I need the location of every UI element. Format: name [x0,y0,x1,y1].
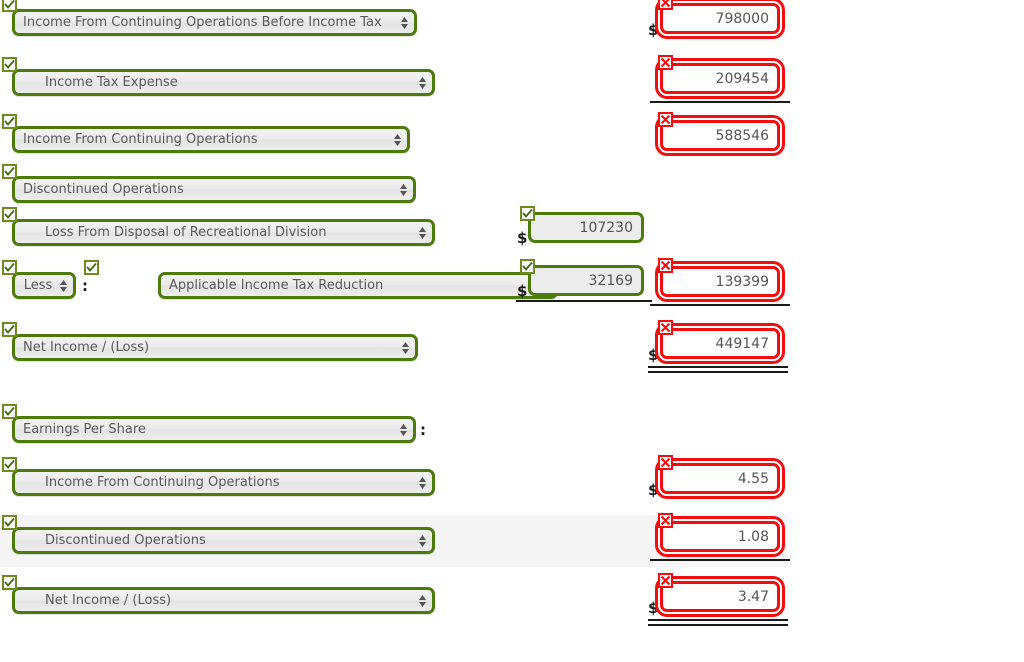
status-badge-incorrect [658,55,673,70]
account-label-select[interactable]: Discontinued Operations [12,176,416,203]
statement-row: Income From Continuing Operations Before… [0,0,787,49]
statement-row: Net Income / (Loss) $ [0,320,788,374]
subtotal-rule [650,559,790,561]
currency-symbol: $ [648,346,659,364]
account-label-select[interactable]: Net Income / (Loss) [12,587,435,614]
account-label-select-wrap: Discontinued Operations [12,176,416,203]
status-badge-correct [2,164,17,179]
account-label-select[interactable]: Net Income / (Loss) [12,334,418,361]
statement-row: Discontinued Operations [0,513,790,567]
sub-amount-input[interactable] [528,212,644,243]
status-badge-correct [2,575,17,590]
status-badge-correct [520,259,535,274]
account-label-select[interactable]: Discontinued Operations [12,527,435,554]
statement-row: Income Tax Expense [0,55,790,109]
currency-symbol: $ [517,229,528,247]
amount-input[interactable] [660,266,780,297]
statement-row: Net Income / (Loss) $ [0,573,788,627]
statement-row: Income From Continuing Operations $ [0,455,787,509]
statement-row: Income From Continuing Operations [0,112,787,166]
amount-input[interactable] [660,521,780,552]
account-prefix-select[interactable]: Less [12,272,76,299]
status-badge-correct [2,457,17,472]
account-label-select-wrap: Income From Continuing Operations Before… [12,9,417,36]
account-label-select-wrap: Earnings Per Share [12,416,416,443]
amount-input[interactable] [660,581,780,612]
amount-input[interactable] [660,328,780,359]
status-badge-incorrect [658,513,673,528]
amount-input[interactable] [660,463,780,494]
account-prefix-select-wrap: Less [12,272,76,299]
subtotal-rule [650,304,790,306]
total-rule [648,366,788,373]
account-label-select-wrap: Net Income / (Loss) [12,334,418,361]
amount-input[interactable] [660,120,780,151]
account-label-select[interactable]: Income From Continuing Operations [12,126,410,153]
statement-row: Earnings Per Share: [0,404,787,456]
account-label-select-wrap: Applicable Income Tax Reduction [158,272,558,299]
currency-symbol: $ [648,21,659,39]
status-badge-correct [2,57,17,72]
total-rule [648,619,788,626]
status-badge-incorrect [658,455,673,470]
trailing-colon: : [420,421,426,439]
currency-symbol: $ [648,481,659,499]
status-badge-correct [2,260,17,275]
status-badge-correct [2,515,17,530]
prefix-colon: : [82,277,88,295]
currency-symbol: $ [648,599,659,617]
account-label-select[interactable]: Income From Continuing Operations [12,469,435,496]
status-badge-incorrect [658,573,673,588]
subtotal-rule [516,300,652,302]
account-label-select[interactable]: Loss From Disposal of Recreational Divis… [12,219,435,246]
status-badge-correct [520,206,535,221]
amount-input[interactable] [660,3,780,34]
account-label-select[interactable]: Income From Continuing Operations Before… [12,9,417,36]
status-badge-incorrect [658,320,673,335]
account-label-select-wrap: Discontinued Operations [12,527,435,554]
sub-amount-input[interactable] [528,265,644,296]
statement-row: Less: Applicable Income Tax Reduction $ [0,258,790,312]
status-badge-correct [84,260,99,275]
currency-symbol: $ [517,282,528,300]
account-label-select[interactable]: Earnings Per Share [12,416,416,443]
subtotal-rule [650,101,790,103]
status-badge-correct [2,322,17,337]
status-badge-correct [2,404,17,419]
status-badge-incorrect [658,112,673,127]
status-badge-correct [2,114,17,129]
status-badge-correct [2,0,17,12]
account-label-select[interactable]: Applicable Income Tax Reduction [158,272,558,299]
status-badge-correct [2,207,17,222]
account-label-select-wrap: Loss From Disposal of Recreational Divis… [12,219,435,246]
account-label-select-wrap: Income From Continuing Operations [12,469,435,496]
income-statement-form: Income From Continuing Operations Before… [0,0,1024,662]
statement-row: Loss From Disposal of Recreational Divis… [0,206,787,259]
account-label-select-wrap: Net Income / (Loss) [12,587,435,614]
status-badge-incorrect [658,258,673,273]
status-badge-incorrect [658,0,673,10]
account-label-select-wrap: Income Tax Expense [12,69,435,96]
amount-input[interactable] [660,63,780,94]
account-label-select-wrap: Income From Continuing Operations [12,126,410,153]
account-label-select[interactable]: Income Tax Expense [12,69,435,96]
